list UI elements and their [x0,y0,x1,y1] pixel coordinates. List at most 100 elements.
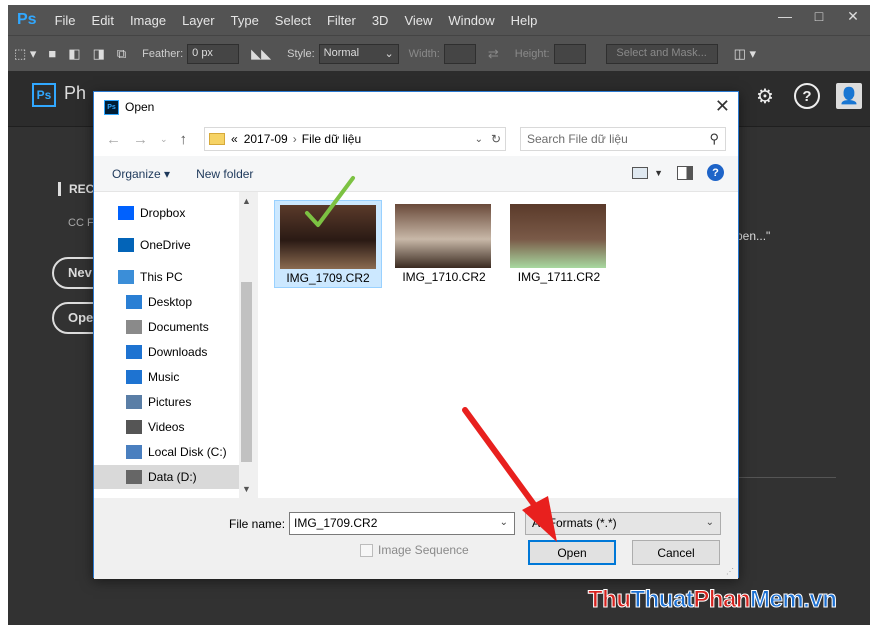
menu-filter[interactable]: Filter [327,13,356,28]
file-type-value: All Formats (*.*) [532,516,617,530]
chevron-down-icon[interactable]: ⌄ [475,134,483,145]
file-name-input[interactable]: IMG_1709.CR2 ⌄ [289,512,515,535]
menu-layer[interactable]: Layer [182,13,215,28]
minimize-button[interactable]: — [768,5,802,27]
breadcrumb-separator-icon: › [292,132,297,146]
nav-item-downloads[interactable]: Downloads [94,340,239,364]
menu-window[interactable]: Window [448,13,494,28]
workspace-icon[interactable]: ◫ ▾ [734,46,756,62]
height-label: Height: [514,47,550,60]
breadcrumb-item-folder[interactable]: File dữ liệu [302,132,361,146]
watermark-part-4: Mem.vn [749,586,837,614]
open-file-button[interactable]: Open [528,540,616,565]
music-icon [126,370,142,384]
chevron-down-icon[interactable]: ⌄ [500,517,508,528]
intersect-selection-icon[interactable]: ⧉ [117,46,126,62]
image-sequence-label: Image Sequence [378,543,469,557]
menu-file[interactable]: File [55,13,76,28]
breadcrumb-item-2017-09[interactable]: 2017-09 [244,132,288,146]
add-selection-icon[interactable]: ◧ [68,46,80,62]
nav-item-pictures[interactable]: Pictures [94,390,239,414]
organize-button[interactable]: Organize ▾ [112,167,170,181]
style-select[interactable]: Normal ⌄ [318,43,399,64]
file-item[interactable]: IMG_1709.CR2 [274,200,382,288]
width-input[interactable] [443,43,476,64]
options-bar: ⬚ ▾ ■ ◧ ◨ ⧉ Feather: 0 px ◣◣ Style: Norm… [8,35,870,71]
nav-item-desktop[interactable]: Desktop [94,290,239,314]
nav-scrollbar[interactable]: ▲ ▼ [239,192,254,498]
nav-item-documents[interactable]: Documents [94,315,239,339]
view-mode-icon[interactable] [632,166,649,179]
nav-item-onedrive[interactable]: OneDrive [94,233,239,257]
anti-alias-icon[interactable]: ◣◣ [251,46,271,62]
dialog-toolbar: Organize ▾ New folder ▼ ? [94,156,738,192]
preview-pane-icon[interactable] [677,165,693,180]
height-input[interactable] [553,43,586,64]
menu-view[interactable]: View [404,13,432,28]
watermark-part-1: Thu [587,586,631,614]
dropbox-icon [118,206,134,220]
navigation-pane: ▲ ▼ Dropbox OneDrive This PC Desktop Documen… [94,192,254,498]
checkbox-box[interactable] [360,543,373,557]
nav-item-local-disk-c[interactable]: Local Disk (C:) [94,440,239,464]
swap-icon[interactable]: ⇄ [488,46,499,62]
gear-icon[interactable]: ⚙ [752,83,778,109]
cancel-button[interactable]: Cancel [632,540,720,565]
image-sequence-checkbox[interactable]: Image Sequence [360,543,469,557]
recent-label: REC [58,182,94,196]
refresh-icon[interactable]: ↻ [491,132,501,146]
width-label: Width: [408,47,440,60]
search-input[interactable]: Search File dữ liệu ⚲ [520,127,726,151]
select-and-mask-button[interactable]: Select and Mask... [605,43,718,64]
maximize-button[interactable]: □ [802,5,836,27]
marquee-tool-icon[interactable]: ⬚ ▾ [14,46,36,62]
file-name: IMG_1711.CR2 [517,270,601,284]
file-item[interactable]: IMG_1711.CR2 [505,200,613,288]
file-item[interactable]: IMG_1710.CR2 [390,200,498,288]
menu-edit[interactable]: Edit [92,13,114,28]
scrollbar-thumb[interactable] [241,282,252,462]
help-icon[interactable]: ? [707,164,724,181]
recent-dropdown-icon[interactable]: ⌄ [160,134,168,145]
folder-icon [209,133,225,145]
resize-grip-icon[interactable]: ⋰ [726,567,736,577]
breadcrumb-prefix: « [231,132,238,146]
scroll-down-icon[interactable]: ▼ [242,484,251,494]
new-folder-button[interactable]: New folder [196,167,253,181]
forward-arrow-icon[interactable]: → [133,131,148,148]
scroll-up-icon[interactable]: ▲ [242,196,251,206]
close-app-button[interactable]: ✕ [836,5,870,27]
address-bar[interactable]: « 2017-09 › File dữ liệu ⌄ ↻ [204,127,506,151]
menu-select[interactable]: Select [275,13,311,28]
nav-item-videos[interactable]: Videos [94,415,239,439]
up-arrow-icon[interactable]: ↑ [180,131,188,148]
nav-item-data-d[interactable]: Data (D:) [94,465,239,489]
file-type-select[interactable]: All Formats (*.*) ⌄ [525,512,721,535]
downloads-icon [126,345,142,359]
subtract-selection-icon[interactable]: ◨ [93,46,105,62]
view-dropdown-icon[interactable]: ▼ [654,168,663,178]
menu-bar: Ps File Edit Image Layer Type Select Fil… [8,5,870,35]
desktop-icon [126,295,142,309]
menu-3d[interactable]: 3D [372,13,389,28]
back-arrow-icon[interactable]: ← [106,131,121,148]
file-name-value: IMG_1709.CR2 [294,516,378,530]
nav-item-music[interactable]: Music [94,365,239,389]
nav-item-label: Videos [148,420,185,434]
new-selection-icon[interactable]: ■ [48,46,56,61]
recent-subtitle: CC F [68,217,94,229]
menu-image[interactable]: Image [130,13,166,28]
nav-item-label: Pictures [148,395,192,409]
file-thumbnail [510,204,606,268]
nav-item-this-pc[interactable]: This PC [94,265,239,289]
documents-icon [126,320,142,334]
menu-help[interactable]: Help [511,13,538,28]
close-icon[interactable]: ✕ [715,96,730,117]
feather-input[interactable]: 0 px [187,43,240,64]
nav-item-dropbox[interactable]: Dropbox [94,201,239,225]
search-placeholder: Search File dữ liệu [527,132,628,146]
help-icon[interactable]: ? [794,83,820,109]
home-icons: ⚙ ? 👤 [752,83,862,109]
avatar[interactable]: 👤 [836,83,862,109]
menu-type[interactable]: Type [231,13,259,28]
